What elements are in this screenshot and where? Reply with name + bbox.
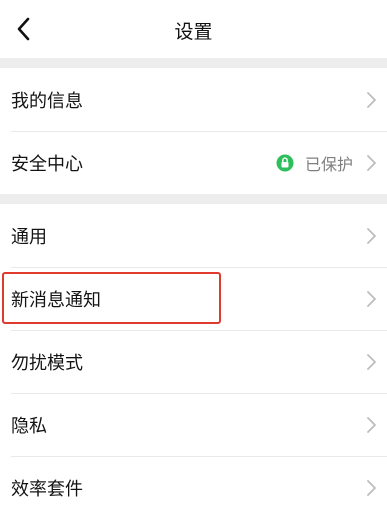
chevron-right-icon <box>367 416 376 433</box>
section-gap <box>0 58 387 68</box>
chevron-right-icon <box>367 227 376 244</box>
row-label: 效率套件 <box>11 478 83 500</box>
row-label: 勿扰模式 <box>11 352 83 374</box>
settings-row-my-info[interactable]: 我的信息 <box>0 68 387 131</box>
settings-group-account: 我的信息 安全中心 已保护 <box>0 68 387 194</box>
row-label: 新消息通知 <box>11 289 101 311</box>
row-label: 隐私 <box>11 415 47 437</box>
chevron-right-icon <box>367 290 376 307</box>
settings-row-do-not-disturb[interactable]: 勿扰模式 <box>0 330 387 393</box>
nav-bar: 设置 <box>0 0 387 58</box>
chevron-right-icon <box>367 91 376 108</box>
chevron-right-icon <box>367 353 376 370</box>
settings-row-efficiency-suite[interactable]: 效率套件 <box>0 456 387 518</box>
section-gap <box>0 194 387 204</box>
chevron-right-icon <box>367 154 376 171</box>
row-label: 安全中心 <box>11 153 83 175</box>
page-title: 设置 <box>174 21 213 43</box>
security-status: 已保护 <box>276 151 353 175</box>
chevron-right-icon <box>367 479 376 496</box>
status-text: 已保护 <box>304 154 353 174</box>
row-label: 通用 <box>11 226 47 248</box>
settings-row-new-message-notification[interactable]: 新消息通知 <box>0 267 387 330</box>
settings-row-general[interactable]: 通用 <box>0 204 387 267</box>
settings-row-privacy[interactable]: 隐私 <box>0 393 387 456</box>
settings-row-security-center[interactable]: 安全中心 已保护 <box>0 131 387 194</box>
settings-group-general: 通用 新消息通知 勿扰模式 隐私 效率套件 <box>0 204 387 518</box>
shield-lock-icon <box>276 154 294 171</box>
row-label: 我的信息 <box>11 90 83 112</box>
